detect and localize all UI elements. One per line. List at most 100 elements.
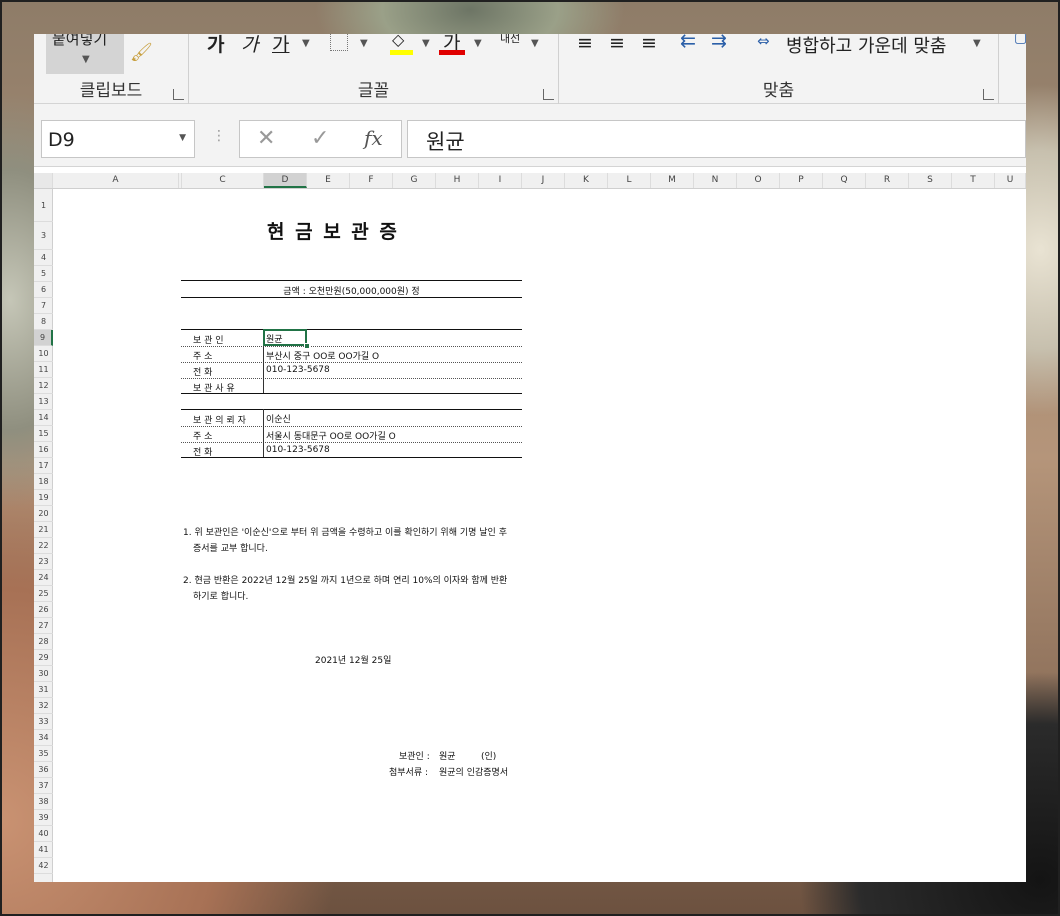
- border-icon[interactable]: [330, 34, 348, 51]
- column-header[interactable]: H: [436, 173, 479, 188]
- row-header[interactable]: 17: [34, 458, 53, 474]
- chevron-down-icon[interactable]: ▼: [422, 38, 430, 49]
- column-header[interactable]: U: [995, 173, 1026, 188]
- row-header[interactable]: 35: [34, 746, 53, 762]
- row-header[interactable]: 3: [34, 222, 53, 250]
- border-line: [181, 346, 522, 347]
- note-2-line-2: 하기로 합니다.: [193, 592, 249, 602]
- name-box[interactable]: D9 ▼: [41, 120, 195, 158]
- row-header[interactable]: 12: [34, 378, 53, 394]
- row-header[interactable]: 18: [34, 474, 53, 490]
- column-header[interactable]: O: [737, 173, 780, 188]
- merge-center-button[interactable]: 병합하고 가운데 맞춤: [786, 34, 946, 58]
- dialog-launcher-icon[interactable]: [983, 89, 994, 100]
- insert-function-icon[interactable]: fx: [364, 126, 383, 150]
- row-header[interactable]: 20: [34, 506, 53, 522]
- column-header[interactable]: S: [909, 173, 952, 188]
- row-header[interactable]: 42: [34, 858, 53, 874]
- column-header[interactable]: T: [952, 173, 995, 188]
- row-header[interactable]: 19: [34, 490, 53, 506]
- row-header[interactable]: 41: [34, 842, 53, 858]
- format-painter-icon[interactable]: 🖌: [130, 42, 153, 63]
- column-header[interactable]: Q: [823, 173, 866, 188]
- row-header[interactable]: 29: [34, 650, 53, 666]
- row-header[interactable]: 23: [34, 554, 53, 570]
- cancel-icon[interactable]: ✕: [257, 126, 275, 151]
- dialog-launcher-icon[interactable]: [173, 89, 184, 100]
- row-header[interactable]: 10: [34, 346, 53, 362]
- row-header[interactable]: 1: [34, 189, 53, 222]
- row-header[interactable]: 22: [34, 538, 53, 554]
- column-header[interactable]: K: [565, 173, 608, 188]
- chevron-down-icon[interactable]: ▼: [474, 38, 482, 49]
- requester-value: 이순신: [266, 415, 291, 425]
- align-right-icon[interactable]: ≡: [641, 34, 657, 54]
- row-header[interactable]: 30: [34, 666, 53, 682]
- row-header[interactable]: 7: [34, 298, 53, 314]
- row-header[interactable]: 31: [34, 682, 53, 698]
- enter-icon[interactable]: ✓: [311, 126, 329, 151]
- column-header-selected[interactable]: D: [264, 173, 307, 188]
- chevron-down-icon[interactable]: ▼: [973, 38, 981, 49]
- row-header[interactable]: 33: [34, 714, 53, 730]
- increase-indent-icon[interactable]: ⇉: [711, 34, 727, 52]
- active-cell-d9[interactable]: [263, 329, 307, 346]
- row-header[interactable]: 11: [34, 362, 53, 378]
- column-header[interactable]: G: [393, 173, 436, 188]
- align-center-icon[interactable]: ≡: [609, 34, 625, 54]
- column-header[interactable]: J: [522, 173, 565, 188]
- decrease-indent-icon[interactable]: ⇇: [680, 34, 696, 52]
- row-header[interactable]: 37: [34, 778, 53, 794]
- underline-button[interactable]: 가: [272, 34, 289, 57]
- column-header[interactable]: L: [608, 173, 651, 188]
- row-header[interactable]: 36: [34, 762, 53, 778]
- row-header[interactable]: 9: [34, 330, 53, 346]
- row-header[interactable]: 40: [34, 826, 53, 842]
- row-header[interactable]: 38: [34, 794, 53, 810]
- column-header[interactable]: M: [651, 173, 694, 188]
- row-header[interactable]: 13: [34, 394, 53, 410]
- dialog-launcher-icon[interactable]: [543, 89, 554, 100]
- column-header[interactable]: R: [866, 173, 909, 188]
- phonetic-button[interactable]: 내선: [500, 34, 520, 46]
- border-line: [181, 409, 522, 410]
- row-header[interactable]: 14: [34, 410, 53, 426]
- row-header[interactable]: 6: [34, 282, 53, 298]
- chevron-down-icon[interactable]: ▼: [179, 133, 186, 143]
- row-header[interactable]: 24: [34, 570, 53, 586]
- row-header[interactable]: 8: [34, 314, 53, 330]
- row-header[interactable]: 28: [34, 634, 53, 650]
- merge-icon[interactable]: ⇔: [757, 34, 770, 50]
- column-header[interactable]: A: [53, 173, 179, 188]
- row-header[interactable]: 26: [34, 602, 53, 618]
- column-header[interactable]: E: [307, 173, 350, 188]
- row-header[interactable]: 21: [34, 522, 53, 538]
- align-left-icon[interactable]: ≡: [577, 34, 593, 54]
- column-header[interactable]: F: [350, 173, 393, 188]
- column-header[interactable]: N: [694, 173, 737, 188]
- row-header[interactable]: 39: [34, 810, 53, 826]
- number-format-icon[interactable]: ▢: [1014, 34, 1026, 46]
- select-all-corner[interactable]: [34, 173, 53, 188]
- row-header[interactable]: 34: [34, 730, 53, 746]
- bold-button[interactable]: 가: [207, 34, 224, 57]
- drag-handle-icon[interactable]: ⋮: [212, 128, 226, 144]
- row-header[interactable]: 32: [34, 698, 53, 714]
- column-header[interactable]: I: [479, 173, 522, 188]
- fill-color-icon[interactable]: ◇: [392, 34, 404, 49]
- row-header[interactable]: 5: [34, 266, 53, 282]
- chevron-down-icon[interactable]: ▼: [531, 38, 539, 49]
- row-header[interactable]: 4: [34, 250, 53, 266]
- paste-button[interactable]: 붙여넣기 ▼: [46, 34, 124, 74]
- row-header[interactable]: 27: [34, 618, 53, 634]
- chevron-down-icon[interactable]: ▼: [302, 38, 310, 49]
- italic-button[interactable]: 가: [241, 34, 258, 57]
- column-header[interactable]: P: [780, 173, 823, 188]
- column-header[interactable]: C: [182, 173, 264, 188]
- row-header[interactable]: 25: [34, 586, 53, 602]
- chevron-down-icon[interactable]: ▼: [360, 38, 368, 49]
- requester-phone-label: 전 화: [193, 448, 213, 458]
- row-header[interactable]: 16: [34, 442, 53, 458]
- row-header[interactable]: 15: [34, 426, 53, 442]
- formula-input[interactable]: 원균: [407, 120, 1026, 158]
